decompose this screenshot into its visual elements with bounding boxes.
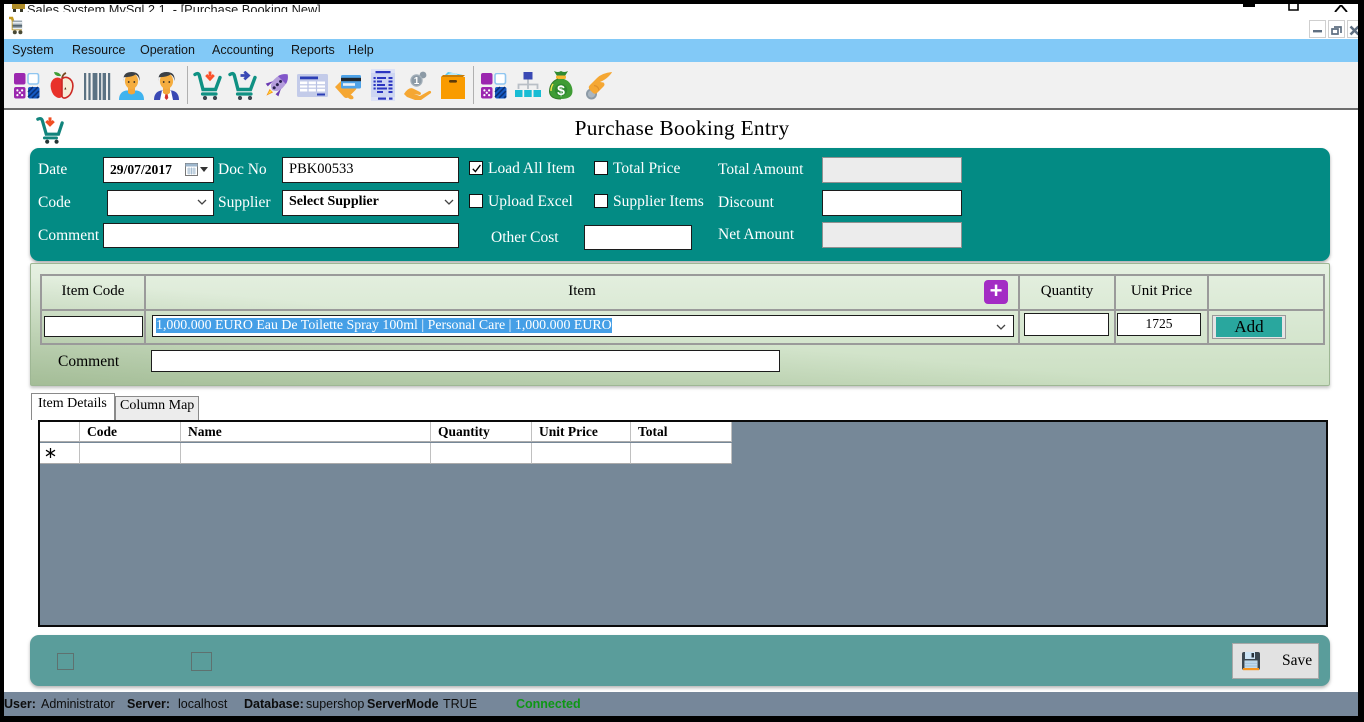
svg-text:$: $ (557, 82, 565, 98)
svg-text:1: 1 (414, 76, 420, 87)
